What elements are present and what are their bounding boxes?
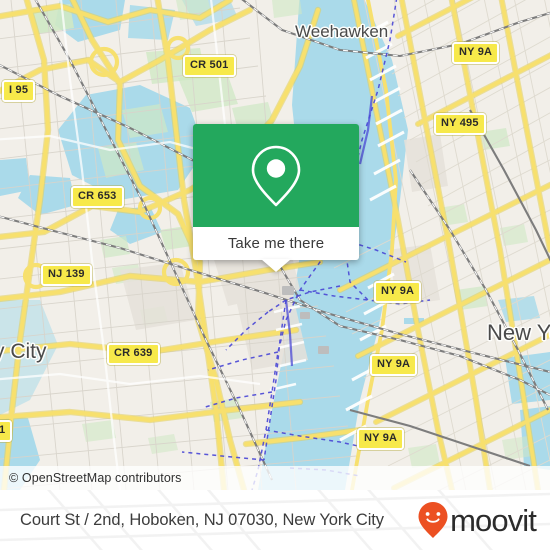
road-shield-nj-139[interactable]: NJ 139 — [41, 264, 92, 286]
popup-pointer — [261, 259, 291, 272]
popup-icon-area — [193, 124, 359, 227]
place-label-weehawken: Weehawken — [295, 22, 389, 41]
road-shield-ny-9a-1[interactable]: NY 9A — [452, 42, 500, 64]
map-screenshot: Weehawken New Yo y City CR 501 I 95 NY 9… — [0, 0, 550, 550]
moovit-smiley-pin-icon — [418, 502, 448, 538]
moovit-logo[interactable]: moovit — [417, 501, 537, 539]
place-label-jersey-city: y City — [0, 340, 47, 363]
road-shield-ny-9a-3[interactable]: NY 9A — [370, 354, 418, 376]
moovit-wordmark: moovit — [450, 502, 537, 538]
attribution-text[interactable]: © OpenStreetMap contributors — [0, 471, 182, 485]
road-shield-ny-9a-2[interactable]: NY 9A — [374, 281, 422, 303]
footer-content: Court St / 2nd, Hoboken, NJ 07030, New Y… — [0, 490, 550, 550]
road-shield-cr-639[interactable]: CR 639 — [107, 343, 160, 365]
take-me-there-label: Take me there — [227, 235, 325, 252]
place-label-new-york: New Yo — [487, 320, 550, 345]
road-shield-cr-653[interactable]: CR 653 — [71, 186, 124, 208]
footer-bar: Court St / 2nd, Hoboken, NJ 07030, New Y… — [0, 490, 550, 550]
road-shield-ny-9a-4[interactable]: NY 9A — [357, 428, 405, 450]
road-shield-cr-501[interactable]: CR 501 — [183, 55, 236, 77]
popup-action-area[interactable]: Take me there — [193, 227, 359, 272]
road-shield-route-1[interactable]: 1 — [0, 420, 13, 442]
road-shield-i-95[interactable]: I 95 — [2, 80, 36, 102]
map-attribution-bar: © OpenStreetMap contributors — [0, 466, 550, 490]
address-text: Court St / 2nd, Hoboken, NJ 07030, New Y… — [20, 510, 384, 529]
map-pin-icon — [251, 145, 301, 206]
road-shield-ny-495[interactable]: NY 495 — [434, 113, 486, 135]
map-canvas[interactable]: Weehawken New Yo y City CR 501 I 95 NY 9… — [0, 0, 550, 490]
location-popup-card[interactable]: Take me there — [193, 124, 359, 272]
